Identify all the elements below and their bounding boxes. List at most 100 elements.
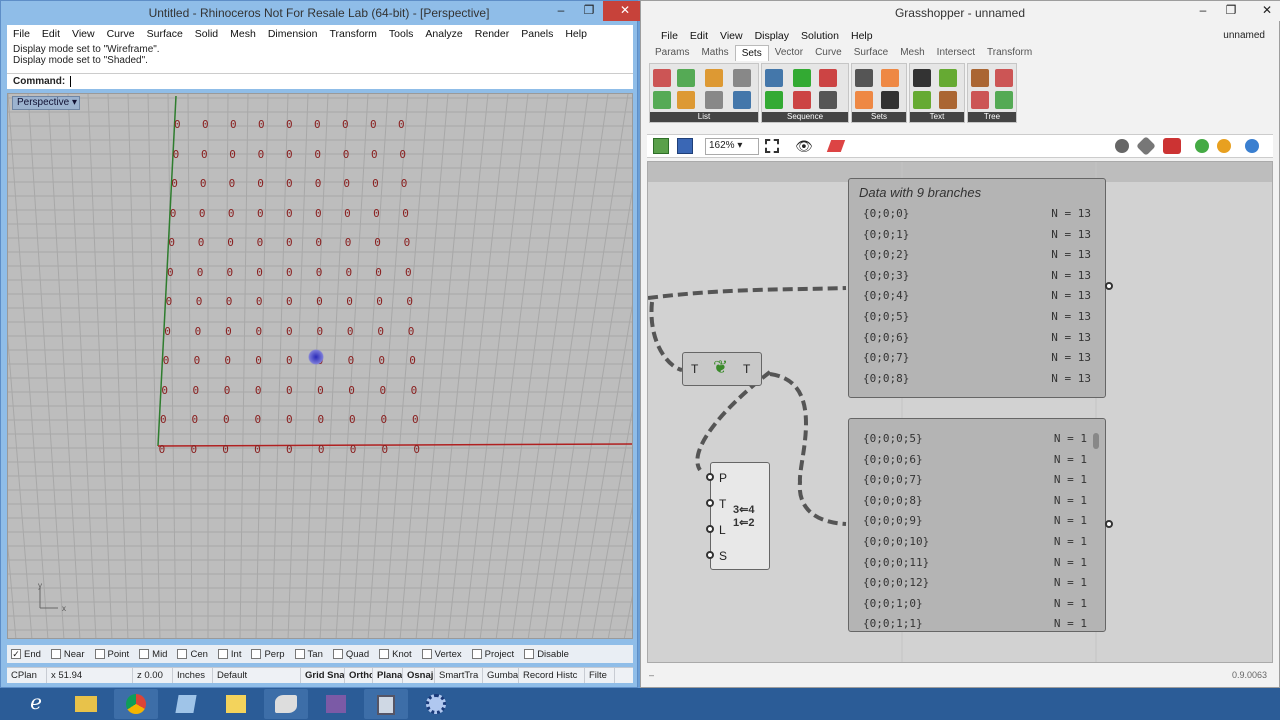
ribbon-component-icon[interactable] xyxy=(855,69,873,87)
flatten-component[interactable]: T ❦ T xyxy=(682,352,762,386)
menu-item-tools[interactable]: Tools xyxy=(383,25,420,43)
status-item[interactable]: Default xyxy=(213,668,301,683)
menu-item-dimension[interactable]: Dimension xyxy=(262,25,324,43)
menu-item-panels[interactable]: Panels xyxy=(515,25,559,43)
tab-surface[interactable]: Surface xyxy=(848,45,894,61)
menu-item-edit[interactable]: Edit xyxy=(36,25,66,43)
tab-curve[interactable]: Curve xyxy=(809,45,848,61)
minimize-button[interactable]: – xyxy=(547,1,575,21)
input-grip[interactable] xyxy=(706,525,714,533)
ribbon-component-icon[interactable] xyxy=(705,91,723,109)
ribbon-component-icon[interactable] xyxy=(939,69,957,87)
chrome-icon[interactable] xyxy=(114,689,158,719)
sphere-icon[interactable] xyxy=(1245,139,1259,153)
input-s[interactable]: S xyxy=(719,549,727,563)
save-file-icon[interactable] xyxy=(677,138,693,154)
preview-selected-icon[interactable] xyxy=(1163,138,1181,154)
ribbon-component-icon[interactable] xyxy=(881,91,899,109)
relative-item-component[interactable]: PTLS 3⇐4 1⇐2 xyxy=(706,462,770,570)
ribbon-component-icon[interactable] xyxy=(765,91,783,109)
osnap-mid[interactable]: Mid xyxy=(139,649,167,660)
ribbon-component-icon[interactable] xyxy=(733,91,751,109)
menu-item-display[interactable]: Display xyxy=(749,27,795,42)
flatten-input[interactable]: T xyxy=(691,362,698,376)
ribbon-component-icon[interactable] xyxy=(705,69,723,87)
film-icon[interactable] xyxy=(364,689,408,719)
ribbon-component-icon[interactable] xyxy=(881,69,899,87)
zoom-extents-icon[interactable] xyxy=(765,139,779,153)
zoom-select[interactable]: 162% ▾ xyxy=(705,138,759,155)
flatten-output[interactable]: T xyxy=(743,362,750,376)
status-item[interactable]: Osnaj xyxy=(403,668,435,683)
osnap-cen[interactable]: Cen xyxy=(177,649,208,660)
ribbon-component-icon[interactable] xyxy=(733,69,751,87)
menu-item-transform[interactable]: Transform xyxy=(323,25,382,43)
checkbox[interactable] xyxy=(294,649,305,659)
osnap-int[interactable]: Int xyxy=(217,649,241,660)
input-t[interactable]: T xyxy=(719,497,726,511)
grasshopper-taskbar-icon[interactable] xyxy=(414,689,458,719)
ribbon-component-icon[interactable] xyxy=(677,69,695,87)
restore-button[interactable]: ❐ xyxy=(575,1,603,21)
status-item[interactable]: Plana xyxy=(373,668,403,683)
checkbox[interactable] xyxy=(50,649,61,659)
osnap-end[interactable]: ✓ End xyxy=(11,649,41,660)
checkbox[interactable] xyxy=(139,649,150,659)
ribbon-component-icon[interactable] xyxy=(913,91,931,109)
command-input[interactable] xyxy=(70,76,571,87)
tab-sets[interactable]: Sets xyxy=(734,45,769,61)
checkbox[interactable] xyxy=(524,649,535,659)
ribbon-component-icon[interactable] xyxy=(677,91,695,109)
ie-icon[interactable]: ℯ xyxy=(14,689,58,719)
sketch-icon[interactable] xyxy=(826,140,846,152)
checkbox[interactable] xyxy=(332,649,343,659)
tab-mesh[interactable]: Mesh xyxy=(894,45,930,61)
osnap-perp[interactable]: Perp xyxy=(251,649,285,660)
input-grip[interactable] xyxy=(706,551,714,559)
bake-icon[interactable] xyxy=(1195,139,1209,153)
status-item[interactable]: x 51.94 xyxy=(47,668,133,683)
checkbox[interactable] xyxy=(251,649,262,659)
status-item[interactable]: Grid Sna xyxy=(301,668,345,683)
perspective-viewport[interactable]: Perspective ▾ 0 0 0 0 0 0 0 0 0 0 0 0 0 0 0 0 0 0 0 0 0 0 0 0 0 0… xyxy=(7,93,633,639)
ribbon-component-icon[interactable] xyxy=(971,91,989,109)
menu-item-view[interactable]: View xyxy=(66,25,101,43)
close-button[interactable]: ✕ xyxy=(1245,1,1280,21)
menu-item-help[interactable]: Help xyxy=(845,27,879,42)
menu-item-curve[interactable]: Curve xyxy=(101,25,141,43)
rhino-taskbar-icon[interactable] xyxy=(264,689,308,719)
menu-item-analyze[interactable]: Analyze xyxy=(419,25,468,43)
status-item[interactable]: SmartTra xyxy=(435,668,483,683)
osnap-quad[interactable]: Quad xyxy=(332,649,369,660)
ribbon-component-icon[interactable] xyxy=(995,69,1013,87)
input-grip[interactable] xyxy=(706,473,714,481)
ribbon-component-icon[interactable] xyxy=(793,91,811,109)
menu-item-render[interactable]: Render xyxy=(469,25,515,43)
status-item[interactable]: z 0.00 xyxy=(133,668,173,683)
menu-item-view[interactable]: View xyxy=(714,27,749,42)
open-file-icon[interactable] xyxy=(653,138,669,154)
ribbon-component-icon[interactable] xyxy=(995,91,1013,109)
ribbon-component-icon[interactable] xyxy=(819,91,837,109)
ribbon-component-icon[interactable] xyxy=(855,91,873,109)
explorer-icon[interactable] xyxy=(64,689,108,719)
ribbon-component-icon[interactable] xyxy=(653,69,671,87)
viewport-title-tab[interactable]: Perspective ▾ xyxy=(12,96,80,110)
menu-item-solid[interactable]: Solid xyxy=(189,25,224,43)
osnap-project[interactable]: Project xyxy=(471,649,514,660)
restore-button[interactable]: ❐ xyxy=(1217,1,1245,21)
tab-params[interactable]: Params xyxy=(649,45,695,61)
checkbox[interactable] xyxy=(94,649,105,659)
tab-transform[interactable]: Transform xyxy=(981,45,1038,61)
ribbon-component-icon[interactable] xyxy=(653,91,671,109)
checkbox[interactable]: ✓ xyxy=(11,649,21,659)
ribbon-component-icon[interactable] xyxy=(913,69,931,87)
menu-item-file[interactable]: File xyxy=(7,25,36,43)
app-icon[interactable] xyxy=(164,689,208,719)
panel-data-branches[interactable]: Data with 9 branches {0;0;0} N = 13 {0;0;1… xyxy=(848,178,1106,398)
osnap-near[interactable]: Near xyxy=(50,649,85,660)
ribbon-component-icon[interactable] xyxy=(939,91,957,109)
input-grip[interactable] xyxy=(706,499,714,507)
osnap-knot[interactable]: Knot xyxy=(379,649,412,660)
checkbox[interactable] xyxy=(379,649,390,659)
